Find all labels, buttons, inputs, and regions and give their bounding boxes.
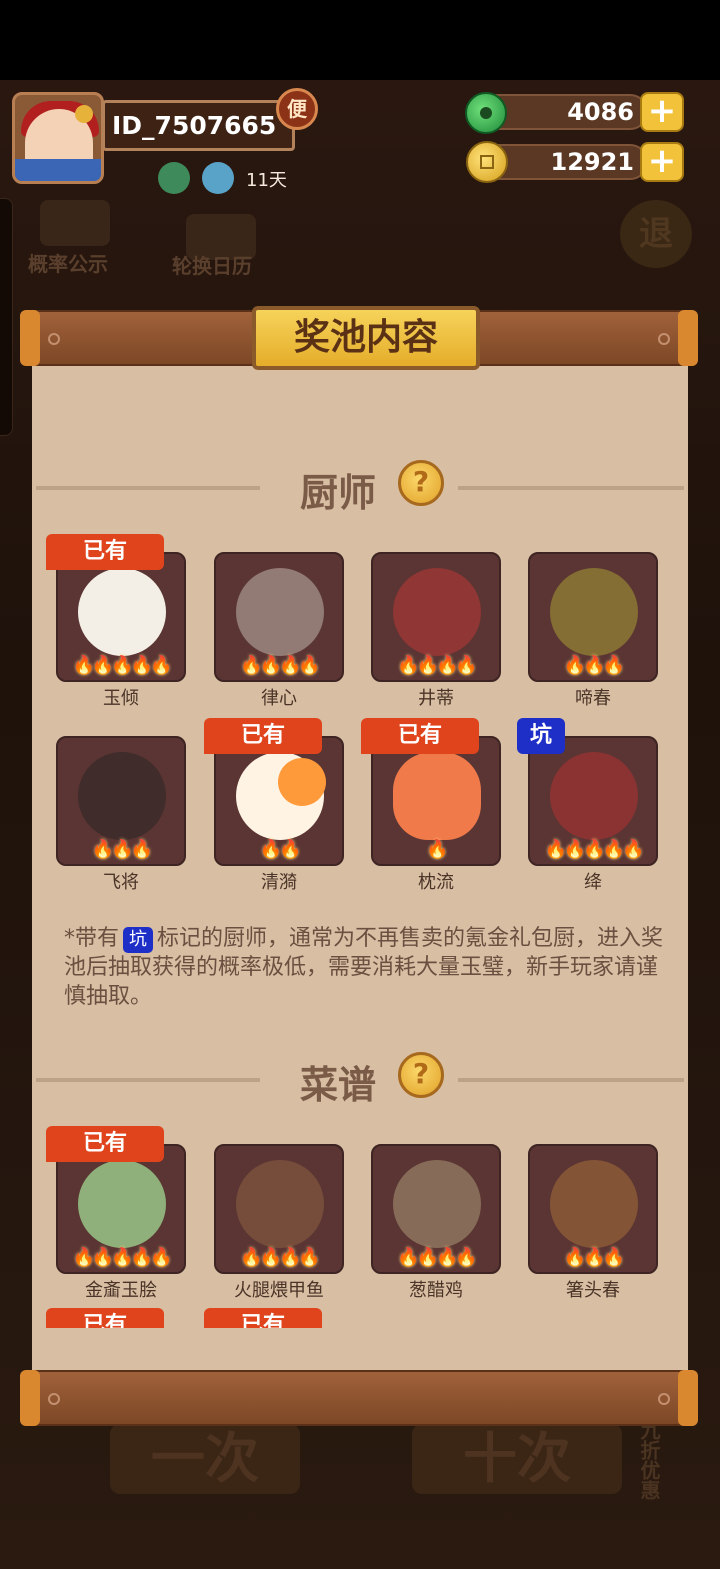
chef-card-lvxin[interactable]: 🔥🔥🔥🔥 [214,552,344,682]
owned-tag: 已有 [46,534,164,570]
recipe-image [236,1160,324,1248]
star-rating: 🔥 [426,839,448,860]
chef-portrait [78,568,166,656]
chef-card-jingdi[interactable]: 🔥🔥🔥🔥 [371,552,501,682]
recipe-image [78,1160,166,1248]
chef-name: 律心 [261,688,297,709]
note-prefix: *带有 [64,926,120,951]
chef-portrait [550,752,638,840]
star-rating: 🔥🔥🔥🔥 [397,655,478,676]
star-rating: 🔥🔥🔥🔥 [240,655,321,676]
chef-name: 井蒂 [418,688,454,709]
star-rating: 🔥🔥 [259,839,302,860]
single-draw-button[interactable]: 一次 [110,1424,300,1494]
chef-card-feijiang[interactable]: 🔥🔥🔥 [56,736,186,866]
recipe-image [393,1160,481,1248]
pit-explanation: *带有坑标记的厨师，通常为不再售卖的氪金礼包厨，进入奖池后抽取获得的概率极低，需… [64,924,664,1011]
panel-title: 奖池内容 [252,306,480,370]
divider [458,486,684,490]
chef-section-title: 厨师 [300,471,377,515]
chef-help-button[interactable]: ? [398,460,444,506]
chef-portrait [393,568,481,656]
recipe-section-title: 菜谱 [300,1063,377,1107]
ten-draw-button[interactable]: 十次 [412,1424,622,1494]
chef-card-qingyi[interactable]: 🔥🔥 [214,736,344,866]
jade-icon [465,92,507,134]
chef-card-yuqing[interactable]: 🔥🔥🔥🔥🔥 [56,552,186,682]
user-id: ID_7507665 [102,100,295,151]
recipe-help-button[interactable]: ? [398,1052,444,1098]
star-rating: 🔥🔥🔥 [91,839,153,860]
buff-icon-food[interactable] [158,162,190,194]
star-rating: 🔥🔥🔥🔥🔥 [72,1247,172,1268]
discount-label: 九折优惠 [637,1420,661,1500]
recipe-card-zhutouchun[interactable]: 🔥🔥🔥 [528,1144,658,1274]
chef-name: 枕流 [418,872,454,893]
chef-card-jiang[interactable]: 🔥🔥🔥🔥🔥 [528,736,658,866]
chef-name: 玉倾 [103,688,139,709]
recipe-card-congcuji[interactable]: 🔥🔥🔥🔥 [371,1144,501,1274]
divider [36,1078,260,1082]
owned-tag: 已有 [361,718,479,754]
chef-portrait [550,568,638,656]
side-drawer-tab[interactable] [0,198,13,436]
star-rating: 🔥🔥🔥🔥 [240,1247,321,1268]
chef-name: 啼春 [575,688,611,709]
buff-days: 11天 [246,170,287,191]
divider [458,1078,684,1082]
rotation-calendar-button[interactable]: 轮换日历 [172,250,252,279]
scroll-clip [32,1328,688,1370]
add-coin-button[interactable]: + [640,142,684,182]
recipe-card-jinjiyukuai[interactable]: 🔥🔥🔥🔥🔥 [56,1144,186,1274]
coin-icon [466,141,508,183]
chef-portrait [393,752,481,840]
recipe-name: 火腿煨甲鱼 [234,1280,324,1301]
chef-portrait [236,568,324,656]
recipe-image [550,1160,638,1248]
percent-icon [40,200,110,246]
chef-name: 飞将 [103,872,139,893]
chef-card-tichun[interactable]: 🔥🔥🔥 [528,552,658,682]
status-bar [0,0,720,80]
star-rating: 🔥🔥🔥🔥 [397,1247,478,1268]
recipe-card-huotui[interactable]: 🔥🔥🔥🔥 [214,1144,344,1274]
owned-tag: 已有 [46,1126,164,1162]
pit-tag: 坑 [517,718,565,754]
pit-inline-tag: 坑 [123,927,154,953]
recipe-name: 葱醋鸡 [409,1280,463,1301]
exit-button[interactable]: 退 [620,200,692,268]
add-jade-button[interactable]: + [640,92,684,132]
chef-name: 清漪 [261,872,297,893]
chef-card-zhenliu[interactable]: 🔥 [371,736,501,866]
star-rating: 🔥🔥🔥🔥🔥 [544,839,644,860]
scroll-rod-bottom [20,1370,698,1426]
star-rating: 🔥🔥🔥 [563,655,625,676]
star-rating: 🔥🔥🔥 [563,1247,625,1268]
buff-icon-dish[interactable] [202,162,234,194]
chef-portrait [78,752,166,840]
chef-name: 绛 [584,872,602,893]
recipe-name: 金齑玉脍 [85,1280,157,1301]
note-text: 标记的厨师，通常为不再售卖的氪金礼包厨，进入奖池后抽取获得的概率极低，需要消耗大… [64,926,664,1009]
probability-button[interactable]: 概率公示 [28,248,108,277]
owned-tag: 已有 [204,718,322,754]
avatar[interactable] [12,92,104,184]
recipe-name: 箸头春 [566,1280,620,1301]
star-rating: 🔥🔥🔥🔥🔥 [72,655,172,676]
convenience-badge[interactable]: 便 [276,88,318,130]
divider [36,486,260,490]
